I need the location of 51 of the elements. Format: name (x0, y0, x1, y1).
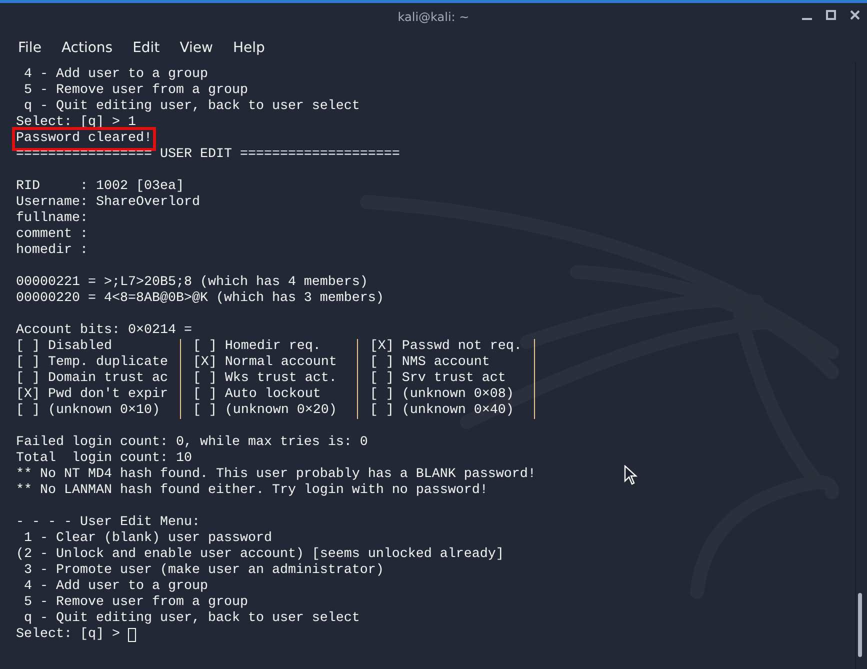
terminal-line: comment : (16, 227, 88, 243)
terminal-line: ** No LANMAN hash found either. Try login with no password! (16, 483, 488, 499)
terminal-line: (2 - Unlock and enable user account) [seems unlocked already] (16, 547, 504, 563)
scrollbar-thumb[interactable] (858, 593, 862, 657)
account-bit-flag: [X] Passwd not req. (370, 339, 535, 355)
close-icon[interactable] (849, 9, 861, 21)
account-bit-flag: [ ] (unknown 0×08) (370, 387, 535, 403)
terminal-line: 5 - Remove user from a group (22, 595, 248, 611)
text-cursor (128, 628, 136, 642)
account-bit-flag: [ ] Domain trust ac (16, 371, 181, 387)
account-bit-flag: [ ] Disabled (16, 339, 181, 355)
account-bit-flag: [ ] Auto lockout (192, 387, 358, 403)
terminal-line: 3 - Promote user (make user an administrator) (22, 563, 384, 579)
terminal-line: 00000221 = >;L7>20B5;8 (which has 4 members) (16, 275, 368, 291)
terminal-line: RID : 1002 [03ea] (16, 179, 184, 195)
account-bit-flag: [ ] (unknown 0×10) (16, 403, 181, 419)
terminal-line: 1 - Clear (blank) user password (22, 531, 272, 547)
account-bit-flag: [ ] (unknown 0×40) (370, 403, 535, 419)
terminal-line: 4 - Add user to a group (22, 579, 208, 595)
terminal-line: Total login count: 10 (16, 451, 192, 467)
menu-item[interactable]: View (170, 38, 223, 58)
terminal-prompt: Select: [q] > (16, 627, 121, 643)
terminal-line: Account bits: 0×0214 = (16, 323, 192, 339)
window-title: kali@kali: ~ (398, 10, 470, 24)
mouse-pointer-icon (624, 465, 638, 485)
account-bit-flag: [ ] Homedir req. (192, 339, 358, 355)
terminal-line: homedir : (16, 243, 88, 259)
terminal-line: ================= USER EDIT ==================== (16, 147, 400, 163)
account-bit-flag: [ ] (unknown 0×20) (192, 403, 358, 419)
menu-item[interactable]: Edit (122, 38, 170, 58)
terminal-line: q - Quit editing user, back to user select (22, 611, 360, 627)
scrollbar[interactable] (855, 62, 864, 669)
terminal-line: - - - - User Edit Menu: (16, 515, 200, 531)
maximize-icon[interactable] (825, 9, 837, 21)
menu-item[interactable]: Help (222, 38, 275, 58)
terminal-line: ** No NT MD4 hash found. This user probably has a BLANK password! (16, 467, 536, 483)
terminal-line: q - Quit editing user, back to user select (22, 99, 360, 115)
menu-item[interactable]: File (8, 38, 52, 58)
account-bit-flag: [ ] NMS account (370, 355, 535, 371)
terminal-line: 00000220 = 4<8=8AB@0B>@K (which has 3 members) (16, 291, 384, 307)
terminal-line: fullname: (16, 211, 88, 227)
account-bit-flag: [ ] Srv trust act (370, 371, 535, 387)
account-bit-flag: [ ] Wks trust act. (192, 371, 358, 387)
terminal-line: 4 - Add user to a group (22, 67, 208, 83)
account-bit-flag: [ ] Temp. duplicate (16, 355, 181, 371)
account-bit-flag: [X] Normal account (192, 355, 358, 371)
account-bit-flag: [X] Pwd don't expir (16, 387, 181, 403)
terminal-line: Username: ShareOverlord (16, 195, 200, 211)
terminal-line: Failed login count: 0, while max tries is: 0 (16, 435, 368, 451)
terminal-line: 5 - Remove user from a group (22, 83, 248, 99)
menu-item[interactable]: Actions (51, 38, 123, 58)
